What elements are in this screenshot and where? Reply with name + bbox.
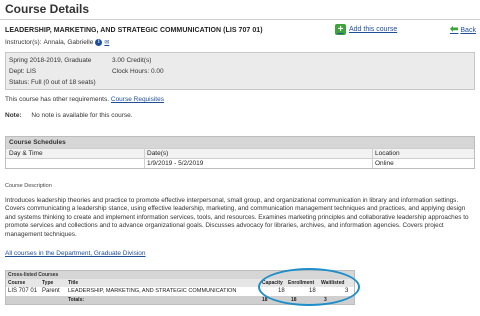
cell-type: Parent bbox=[42, 288, 60, 294]
cell-title: LEADERSHIP, MARKETING, AND STRATEGIC COM… bbox=[68, 288, 237, 294]
cell-dates: 1/9/2019 - 5/2/2019 bbox=[147, 160, 204, 167]
description-text: Introduces leadership theories and pract… bbox=[5, 197, 469, 238]
col-day-time: Day & Time bbox=[9, 150, 43, 157]
clock-hours-text: Clock Hours: 0.00 bbox=[112, 68, 164, 75]
col-location: Location bbox=[375, 150, 400, 157]
highlight-ellipse bbox=[258, 268, 360, 306]
add-icon: + bbox=[335, 24, 346, 35]
status-text: Status: Full (0 out of 18 seats) bbox=[9, 79, 96, 86]
schedules-header-row: Day & Time Date(s) Location bbox=[6, 148, 474, 158]
course-title: LEADERSHIP, MARKETING, AND STRATEGIC COM… bbox=[5, 27, 263, 34]
credits-text: 3.00 Credit(s) bbox=[112, 57, 152, 64]
instructor-label: Instructor(s): bbox=[5, 39, 42, 46]
page-title: Course Details bbox=[5, 2, 90, 16]
table-row: 1/9/2019 - 5/2/2019 Online bbox=[6, 158, 474, 168]
info-icon[interactable]: i bbox=[95, 39, 103, 46]
note-line: Note: No note is available for this cour… bbox=[5, 112, 133, 119]
schedules-title: Course Schedules bbox=[6, 137, 474, 148]
col-course: Course bbox=[8, 280, 26, 286]
course-schedules-table: Course Schedules Day & Time Date(s) Loca… bbox=[5, 136, 475, 169]
email-icon[interactable]: ✉ bbox=[104, 40, 113, 46]
back-button[interactable]: ⬅ Back bbox=[450, 24, 476, 35]
instructor-line: Instructor(s): Annala, Gabrielle i ✉ bbox=[5, 39, 113, 46]
description-label: Course Description bbox=[5, 183, 52, 189]
course-requisites-link[interactable]: Course Requisites bbox=[111, 96, 164, 103]
col-title: Title bbox=[68, 280, 79, 286]
back-label[interactable]: Back bbox=[460, 27, 476, 34]
dept-text: Dept: LIS bbox=[9, 68, 37, 75]
title-divider bbox=[0, 19, 480, 20]
term-text: Spring 2018-2019, Graduate bbox=[9, 57, 92, 64]
cell-location: Online bbox=[375, 160, 394, 167]
note-text: No note is available for this course. bbox=[31, 112, 133, 119]
col-dates: Date(s) bbox=[147, 150, 169, 157]
totals-label: Totals: bbox=[68, 297, 85, 303]
col-type: Type bbox=[42, 280, 54, 286]
add-course-button[interactable]: + Add this course bbox=[335, 24, 397, 35]
cell-course: LIS 707 01 bbox=[8, 288, 38, 294]
back-arrow-icon: ⬅ bbox=[450, 24, 459, 35]
course-summary-box: Spring 2018-2019, Graduate 3.00 Credit(s… bbox=[5, 52, 475, 90]
department-courses-link[interactable]: All courses in the Department, Graduate … bbox=[5, 250, 146, 257]
requirements-text: This course has other requirements. bbox=[5, 96, 110, 103]
instructor-name: Annala, Gabrielle bbox=[43, 39, 94, 46]
requirements-line: This course has other requirements. Cour… bbox=[5, 96, 164, 103]
note-label: Note: bbox=[5, 112, 22, 119]
add-course-label[interactable]: Add this course bbox=[349, 26, 397, 33]
